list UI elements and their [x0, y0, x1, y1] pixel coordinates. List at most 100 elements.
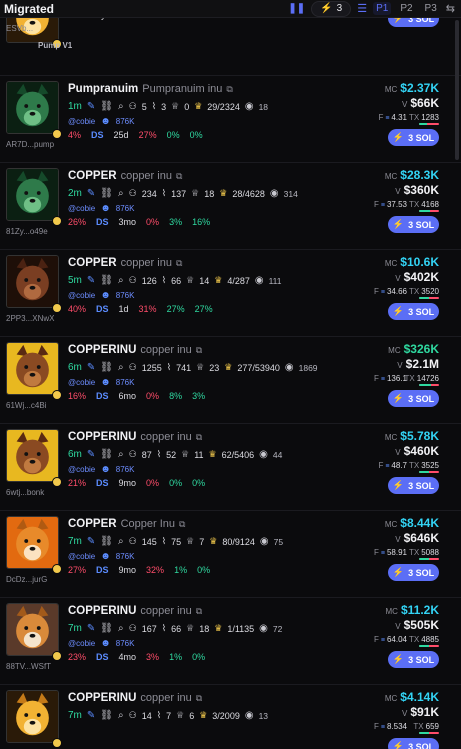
- search-icon[interactable]: ⌕: [118, 449, 124, 460]
- search-icon[interactable]: ⌕: [118, 623, 124, 634]
- token-name[interactable]: copper inu: [140, 692, 191, 704]
- twitter-handle[interactable]: @cobie: [68, 117, 95, 126]
- token-address[interactable]: ESVb...: [6, 24, 33, 33]
- copy-icon[interactable]: ⧉: [176, 171, 182, 182]
- token-address[interactable]: 6wtj...bonk: [6, 488, 44, 497]
- quick-buy-button[interactable]: ⚡ 3 SOL: [388, 129, 439, 146]
- copy-icon[interactable]: ⧉: [196, 693, 202, 704]
- copy-icon[interactable]: ⧉: [176, 258, 182, 269]
- token-avatar[interactable]: [6, 342, 59, 395]
- link-icon[interactable]: ⛓: [100, 623, 113, 634]
- quill-icon[interactable]: ✎: [87, 536, 95, 547]
- token-symbol[interactable]: COPPER: [68, 170, 117, 182]
- token-row[interactable]: 81Zy...o49e COPPER copper inu ⧉ 2m ✎ ⛓ ⌕ ⚇ 234 ⌇ 13…: [0, 164, 461, 250]
- preset-p3[interactable]: P3: [422, 2, 440, 15]
- token-address[interactable]: DcDz...jurG: [6, 575, 47, 584]
- token-symbol[interactable]: COPPERINU: [68, 344, 136, 356]
- quick-buy-button[interactable]: ⚡ 3 SOL: [388, 216, 439, 233]
- token-symbol[interactable]: COPPERINU: [68, 431, 136, 443]
- quill-icon[interactable]: ✎: [87, 710, 95, 721]
- token-name[interactable]: copper inu: [140, 344, 191, 356]
- quill-icon[interactable]: ✎: [87, 275, 95, 286]
- twitter-handle[interactable]: @cobie: [68, 552, 95, 561]
- token-row[interactable]: DcDz...jurG COPPER Copper Inu ⧉ 7m ✎ ⛓ ⌕ ⚇ 145 ⌇ 75…: [0, 512, 461, 598]
- token-row[interactable]: AR7D...pump Pumpranuim Pumpranuim inu ⧉ 1m ✎ ⛓…: [0, 77, 461, 163]
- twitter-handle[interactable]: @cobie: [68, 204, 95, 213]
- token-address[interactable]: 61Wj...c4Bi: [6, 401, 46, 410]
- preset-p1[interactable]: P1: [373, 2, 392, 15]
- token-name[interactable]: copper inu: [140, 431, 191, 443]
- token-name[interactable]: copper inu: [121, 257, 172, 269]
- link-icon[interactable]: ⛓: [100, 710, 113, 721]
- search-icon[interactable]: ⌕: [118, 710, 124, 721]
- feed-scrollbar[interactable]: [455, 20, 459, 160]
- token-row[interactable]: 6wtj...bonk COPPERINU copper inu ⧉ 6m ✎ ⛓ ⌕ ⚇ 87 ⌇…: [0, 425, 461, 511]
- token-row[interactable]: ESVb...Pump V1✎⛓⌕⚇270⌇137♕7♛5/39◉61520%2…: [0, 18, 461, 76]
- token-name[interactable]: Copper Inu: [121, 518, 175, 530]
- token-symbol[interactable]: COPPERINU: [68, 692, 136, 704]
- filter-sliders-icon[interactable]: ⇆: [446, 2, 455, 15]
- token-name[interactable]: copper inu: [140, 605, 191, 617]
- token-avatar[interactable]: [6, 429, 59, 482]
- quick-buy-amount[interactable]: ⚡ 3: [311, 0, 352, 17]
- search-icon[interactable]: ⌕: [118, 188, 124, 199]
- link-icon[interactable]: ⛓: [100, 275, 113, 286]
- token-avatar[interactable]: [6, 255, 59, 308]
- quick-buy-button[interactable]: ⚡ 3 SOL: [388, 738, 439, 749]
- dexscreener-badge[interactable]: DS: [96, 565, 109, 575]
- token-address[interactable]: AR7D...pump: [6, 140, 54, 149]
- quick-buy-button[interactable]: ⚡ 3 SOL: [388, 303, 439, 320]
- token-symbol[interactable]: Pumpranuim: [68, 83, 138, 95]
- copy-icon[interactable]: ⧉: [196, 606, 202, 617]
- token-row[interactable]: 2PP3...XNwX COPPER copper inu ⧉ 5m ✎ ⛓ ⌕ ⚇ 126 ⌇ 66…: [0, 251, 461, 337]
- preset-p2[interactable]: P2: [397, 2, 415, 15]
- token-avatar[interactable]: [6, 168, 59, 221]
- quill-icon[interactable]: ✎: [87, 623, 95, 634]
- quill-icon[interactable]: ✎: [87, 362, 95, 373]
- token-name[interactable]: Pumpranuim inu: [142, 83, 222, 95]
- search-icon[interactable]: ⌕: [118, 101, 124, 112]
- copy-icon[interactable]: ⧉: [196, 345, 202, 356]
- quick-buy-button[interactable]: ⚡ 3 SOL: [388, 477, 439, 494]
- list-icon[interactable]: ☰: [357, 2, 367, 15]
- dexscreener-badge[interactable]: DS: [96, 217, 109, 227]
- token-avatar[interactable]: [6, 81, 59, 134]
- token-address[interactable]: 2PP3...XNwX: [6, 314, 54, 323]
- token-symbol[interactable]: COPPER: [68, 257, 117, 269]
- twitter-handle[interactable]: @cobie: [68, 465, 95, 474]
- dexscreener-badge[interactable]: DS: [96, 391, 109, 401]
- twitter-handle[interactable]: @cobie: [68, 639, 95, 648]
- token-address[interactable]: 81Zy...o49e: [6, 227, 48, 236]
- link-icon[interactable]: ⛓: [100, 536, 113, 547]
- token-row[interactable]: 88TV...WSfT COPPERINU copper inu ⧉ 7m ✎ ⛓ ⌕ ⚇ 167…: [0, 599, 461, 685]
- copy-icon[interactable]: ⧉: [179, 519, 185, 530]
- dexscreener-badge[interactable]: DS: [96, 478, 109, 488]
- copy-icon[interactable]: ⧉: [196, 432, 202, 443]
- token-row[interactable]: 61Wj...c4Bi COPPERINU copper inu ⧉ 6m ✎ ⛓ ⌕ ⚇ 125…: [0, 338, 461, 424]
- link-icon[interactable]: ⛓: [100, 449, 113, 460]
- token-avatar[interactable]: [6, 690, 59, 743]
- pause-icon[interactable]: ❚❚: [288, 3, 305, 14]
- token-address[interactable]: 88TV...WSfT: [6, 662, 51, 671]
- token-symbol[interactable]: COPPERINU: [68, 605, 136, 617]
- dexscreener-badge[interactable]: DS: [96, 652, 109, 662]
- twitter-handle[interactable]: @cobie: [68, 291, 95, 300]
- quill-icon[interactable]: ✎: [87, 101, 95, 112]
- link-icon[interactable]: ⛓: [100, 188, 113, 199]
- quick-buy-button[interactable]: ⚡ 3 SOL: [388, 390, 439, 407]
- token-name[interactable]: copper inu: [121, 170, 172, 182]
- quick-buy-button[interactable]: ⚡ 3 SOL: [388, 564, 439, 581]
- search-icon[interactable]: ⌕: [118, 275, 124, 286]
- link-icon[interactable]: ⛓: [100, 362, 113, 373]
- quill-icon[interactable]: ✎: [87, 188, 95, 199]
- token-row[interactable]: COPPERINU copper inu ⧉ 7m ✎ ⛓ ⌕ ⚇ 14 ⌇ 7 ♕ 6 ♛ 3/2009 ◉…: [0, 686, 461, 749]
- dexscreener-badge[interactable]: DS: [96, 304, 109, 314]
- quill-icon[interactable]: ✎: [87, 449, 95, 460]
- quick-buy-button[interactable]: ⚡ 3 SOL: [388, 18, 439, 27]
- token-avatar[interactable]: [6, 603, 59, 656]
- quick-buy-button[interactable]: ⚡ 3 SOL: [388, 651, 439, 668]
- search-icon[interactable]: ⌕: [118, 362, 124, 373]
- twitter-handle[interactable]: @cobie: [68, 378, 95, 387]
- token-avatar[interactable]: [6, 516, 59, 569]
- token-symbol[interactable]: COPPER: [68, 518, 117, 530]
